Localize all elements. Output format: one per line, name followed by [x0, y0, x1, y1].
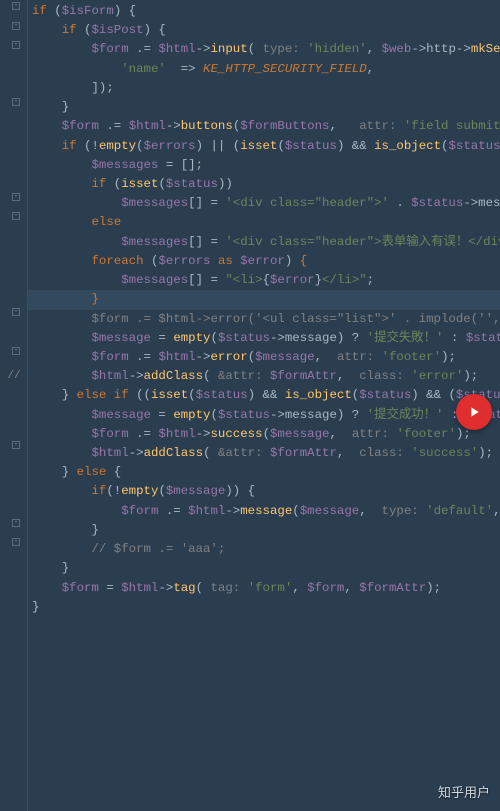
code-line[interactable]: $messages[] = '<div class="header">' . $…	[28, 194, 500, 213]
code-line[interactable]: $messages = [];	[28, 156, 500, 175]
code-line[interactable]: $form .= $html->buttons($formButtons, at…	[28, 117, 500, 136]
fold-toggle[interactable]: -	[12, 308, 20, 316]
code-line[interactable]: $html->addClass( &attr: $formAttr, class…	[28, 444, 500, 463]
code-line[interactable]: if (isset($status))	[28, 175, 500, 194]
code-line[interactable]: if ($isPost) {	[28, 21, 500, 40]
fold-toggle[interactable]: -	[12, 2, 20, 10]
code-line[interactable]: // $form .= 'aaa';	[28, 540, 500, 559]
code-line[interactable]: }	[28, 521, 500, 540]
floating-action-button[interactable]	[456, 394, 492, 430]
gutter-comment-marker: //	[0, 368, 28, 385]
gutter: - - - - - - - - - - - //	[0, 0, 28, 811]
code-line[interactable]: if (!empty($errors) || (isset($status) &…	[28, 137, 500, 156]
code-line[interactable]: }	[28, 559, 500, 578]
code-line[interactable]: $form .= $html->error('<ul class="list">…	[28, 310, 500, 329]
code-line[interactable]: }	[28, 98, 500, 117]
fold-toggle[interactable]: -	[12, 519, 20, 527]
code-line[interactable]: $form = $html->tag( tag: 'form', $form, …	[28, 579, 500, 598]
code-line[interactable]: $form .= $html->message($message, type: …	[28, 502, 500, 521]
fold-toggle[interactable]: -	[12, 441, 20, 449]
code-line[interactable]: ]);	[28, 79, 500, 98]
code-line[interactable]: } else {	[28, 463, 500, 482]
code-editor[interactable]: if ($isForm) { if ($isPost) { $form .= $…	[28, 2, 500, 617]
play-icon	[466, 404, 482, 420]
code-line[interactable]: if(!empty($message)) {	[28, 482, 500, 501]
code-line[interactable]: foreach ($errors as $error) {	[28, 252, 500, 271]
code-line[interactable]: $form .= $html->success($message, attr: …	[28, 425, 500, 444]
fold-toggle[interactable]: -	[12, 22, 20, 30]
code-line[interactable]: $messages[] = "<li>{$error}</li>";	[28, 271, 500, 290]
watermark: 知乎用户	[438, 783, 490, 803]
fold-toggle[interactable]: -	[12, 538, 20, 546]
code-line[interactable]: }	[28, 598, 500, 617]
code-line[interactable]: else	[28, 213, 500, 232]
fold-toggle[interactable]: -	[12, 347, 20, 355]
code-line[interactable]: $messages[] = '<div class="header">表单输入有…	[28, 233, 500, 252]
code-line[interactable]: if ($isForm) {	[28, 2, 500, 21]
code-line[interactable]: $form .= $html->input( type: 'hidden', $…	[28, 40, 500, 59]
code-line[interactable]: $form .= $html->error($message, attr: 'f…	[28, 348, 500, 367]
fold-toggle[interactable]: -	[12, 98, 20, 106]
code-line[interactable]: $message = empty($status->message) ? '提交…	[28, 406, 500, 425]
code-line[interactable]: 'name' => KE_HTTP_SECURITY_FIELD,	[28, 60, 500, 79]
fold-toggle[interactable]: -	[12, 212, 20, 220]
code-line[interactable]: }	[28, 290, 500, 309]
fold-toggle[interactable]: -	[12, 41, 20, 49]
fold-toggle[interactable]: -	[12, 193, 20, 201]
code-line[interactable]: $message = empty($status->message) ? '提交…	[28, 329, 500, 348]
code-line[interactable]: $html->addClass( &attr: $formAttr, class…	[28, 367, 500, 386]
code-line[interactable]: } else if ((isset($status) && is_object(…	[28, 386, 500, 405]
